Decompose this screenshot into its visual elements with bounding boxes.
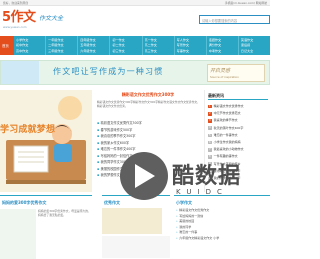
featured-description: 精彩语文作文优秀作文300字精彩作文作文300字精彩作文语文作文作文优秀作文，精… (97, 100, 200, 109)
watermark-overlay: 酷数据 KUIDC (120, 152, 250, 212)
section-list: 精彩语文作文优秀作文 写给妈妈的一封信 美丽的校园 我的同学 难忘的一件事 六年… (176, 208, 268, 242)
rank-badge: 4 (208, 126, 212, 130)
watermark-text: 酷数据 (172, 164, 242, 189)
section-title[interactable]: 优秀作文 (104, 200, 120, 206)
rank-badge: 6 (208, 140, 212, 145)
nav-link[interactable]: 六年级作文 (80, 49, 109, 55)
student-illustration (0, 90, 92, 192)
news-item[interactable]: 2 中元节作文优秀范文 (208, 110, 270, 117)
nav-column: 小学作文 初中作文 高中作文 (14, 36, 47, 55)
play-icon (120, 152, 168, 200)
nav-link[interactable]: 三年级作文 (48, 49, 77, 55)
banner-title: 作文吧让写作成为一种习惯 (53, 67, 164, 76)
site-domain: www.yuwen.com (3, 24, 27, 29)
nav-link[interactable]: 初三作文 (112, 49, 141, 55)
news-item[interactable]: 5 难忘的一件事作文 (208, 132, 270, 139)
featured-title[interactable]: 精彩语文作文优秀作文300字 (92, 92, 204, 98)
slogan-banner: 作文吧让写作成为一种习惯 开启灵感 Source of inspiration (0, 60, 270, 85)
nav-column: 一年级作文 二年级作文 三年级作文 (46, 36, 79, 55)
news-item[interactable]: 1 精彩语文作文优秀作文 (208, 103, 270, 110)
top-bar: 您好，欢迎来到原创 手机版(m.liuwen.com) 网站导航 (0, 0, 270, 6)
banner-decoration (1, 61, 39, 84)
nav-column: 四年级作文 五年级作文 六年级作文 (78, 36, 111, 55)
search-input[interactable]: 请输入你想要搜索的内容 (199, 15, 270, 24)
inspiration-plaque: 开启灵感 Source of inspiration (207, 64, 265, 82)
nav-column: 初一作文 初二作文 初三作文 (110, 36, 143, 55)
section-thumbnail[interactable] (0, 209, 36, 259)
section-strip (102, 236, 170, 258)
nav-link[interactable]: 中考作文 (209, 49, 238, 55)
rank-badge: 3 (208, 119, 212, 123)
nav-home[interactable]: 首页 (0, 36, 14, 55)
rank-badge: 1 (208, 104, 212, 109)
news-item[interactable]: 6 小学生作文我的妈妈 (208, 139, 270, 146)
section-description: 妈妈的爱300字优秀作文，母爱是伟大的，妈妈给了我无私的爱。 (38, 209, 91, 217)
top-links[interactable]: 手机版(m.liuwen.com) 网站导航 (225, 1, 267, 5)
nav-column: 英语作文 读后感 日记大全 (239, 36, 270, 55)
plaque-title: 开启灵感 (210, 68, 231, 74)
hero-image[interactable]: 学习成就梦想 (0, 90, 92, 192)
watermark-subtext: KUIDC (176, 188, 228, 196)
nav-column: 写人作文 写景作文 写事作文 (175, 36, 207, 55)
header-slogan: 作文大全 (39, 15, 64, 22)
section-title[interactable]: 妈妈的爱300字优秀作文 (2, 200, 46, 206)
news-item[interactable]: 4 秋天的落叶作文400字 (208, 125, 270, 132)
nav-link[interactable]: 高中作文 (16, 49, 45, 55)
nav-link[interactable]: 写事作文 (177, 49, 206, 55)
main-nav: 首页 小学作文 初中作文 高中作文 一年级作文 二年级作文 三年级作文 四年级作… (0, 36, 270, 55)
site-logo[interactable]: 5作文 (2, 11, 36, 24)
nav-column: 话题作文 满分作文 中考作文 (207, 36, 239, 55)
welcome-text: 您好，欢迎来到原创 (3, 1, 29, 6)
rank-badge: 5 (208, 133, 212, 138)
nav-link[interactable]: 日记大全 (241, 49, 270, 55)
list-item[interactable]: 六年级作文精彩语文作文 小学 (176, 236, 268, 242)
nav-link[interactable]: 高三作文 (145, 49, 174, 55)
rank-badge: 2 (208, 112, 212, 116)
hero-caption: 学习成就梦想 (0, 125, 56, 135)
section-mother-love: 妈妈的爱300字优秀作文 妈妈的爱300字优秀作文，母爱是伟大的，妈妈给了我无私… (0, 195, 92, 259)
plaque-subtitle: Source of inspiration (210, 75, 239, 79)
nav-column: 高一作文 高二作文 高三作文 (143, 36, 175, 55)
news-title: 最新资讯 (208, 93, 268, 100)
news-item[interactable]: 3 我喜欢的季节作文 (208, 117, 270, 124)
